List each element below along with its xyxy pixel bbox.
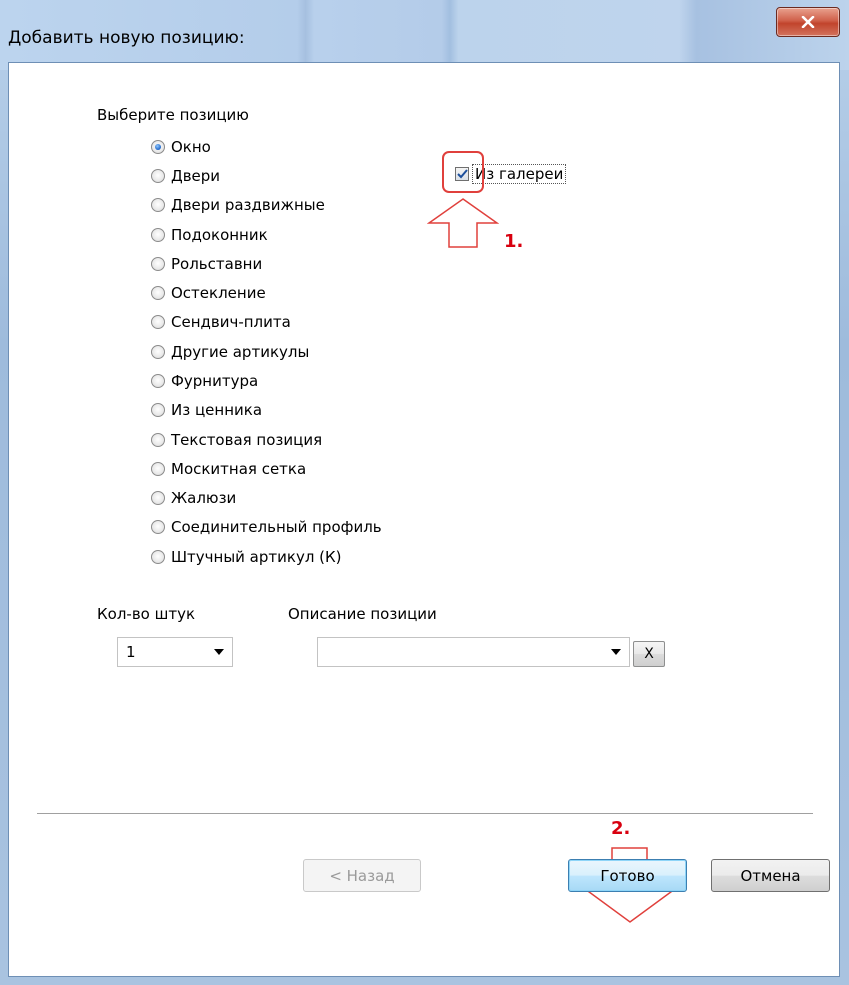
radio-option-tekstovaya-pozitsiya[interactable]: Текстовая позиция — [151, 428, 322, 452]
radio-button[interactable] — [151, 315, 165, 329]
radio-label: Двери раздвижные — [171, 196, 325, 214]
divider — [37, 813, 813, 815]
annotation-step-1: 1. — [504, 231, 524, 252]
radio-button[interactable] — [151, 286, 165, 300]
radio-label: Текстовая позиция — [171, 431, 323, 449]
radio-button[interactable] — [151, 169, 165, 183]
radio-option-sendvich-plita[interactable]: Сендвич-плита — [151, 310, 291, 334]
radio-label: Москитная сетка — [171, 460, 307, 478]
radio-option-okno[interactable]: Окно — [151, 135, 211, 159]
radio-option-zhalyuzi[interactable]: Жалюзи — [151, 486, 236, 510]
radio-label: Штучный артикул (К) — [171, 548, 342, 566]
radio-label: Жалюзи — [171, 489, 237, 507]
title-bar: Добавить новую позицию: — [0, 0, 849, 70]
radio-button[interactable] — [151, 462, 165, 476]
radio-option-dveri-razdvizhnye[interactable]: Двери раздвижные — [151, 193, 325, 217]
select-position-label: Выберите позицию — [97, 106, 249, 124]
radio-button[interactable] — [151, 403, 165, 417]
cancel-button[interactable]: Отмена — [711, 859, 830, 892]
radio-button[interactable] — [151, 198, 165, 212]
radio-label: Сендвич-плита — [171, 313, 291, 331]
radio-option-dveri[interactable]: Двери — [151, 164, 220, 188]
radio-label: Фурнитура — [171, 372, 259, 390]
radio-option-drugie-artikuly[interactable]: Другие артикулы — [151, 340, 309, 364]
radio-label: Из ценника — [171, 401, 263, 419]
radio-button[interactable] — [151, 520, 165, 534]
radio-button[interactable] — [151, 433, 165, 447]
radio-button[interactable] — [151, 491, 165, 505]
clear-description-button[interactable]: X — [633, 641, 665, 667]
chevron-down-icon — [214, 649, 224, 655]
radio-label: Другие артикулы — [171, 343, 310, 361]
radio-option-rolstavni[interactable]: Рольставни — [151, 252, 262, 276]
window-title: Добавить новую позицию: — [8, 28, 245, 48]
radio-option-furnitura[interactable]: Фурнитура — [151, 369, 258, 393]
annotation-step-2: 2. — [611, 818, 631, 839]
radio-option-soedinitelny-profil[interactable]: Соединительный профиль — [151, 515, 382, 539]
radio-option-moskitnaya-setka[interactable]: Москитная сетка — [151, 457, 306, 481]
arrow-up-icon — [427, 198, 499, 248]
radio-label: Окно — [171, 138, 211, 156]
radio-label: Двери — [171, 167, 221, 185]
radio-option-shtuchny-artikul[interactable]: Штучный артикул (К) — [151, 545, 342, 569]
done-button[interactable]: Готово — [568, 859, 687, 892]
close-button[interactable] — [776, 7, 840, 37]
radio-label: Остекление — [171, 284, 266, 302]
annotation-highlight-box — [442, 151, 484, 193]
dialog-content: Выберите позицию Окно Двери Двери раздви… — [8, 62, 840, 977]
radio-label: Соединительный профиль — [171, 518, 382, 536]
dialog-window: Добавить новую позицию: Выберите позицию… — [0, 0, 849, 985]
radio-button[interactable] — [151, 228, 165, 242]
quantity-dropdown[interactable]: 1 — [117, 637, 233, 667]
radio-button[interactable] — [151, 257, 165, 271]
radio-label: Рольставни — [171, 255, 263, 273]
close-icon — [801, 16, 815, 28]
quantity-label: Кол-во штук — [97, 605, 196, 623]
back-button[interactable]: < Назад — [303, 859, 421, 892]
radio-option-podokonnik[interactable]: Подоконник — [151, 223, 268, 247]
description-label: Описание позиции — [288, 605, 437, 623]
description-dropdown[interactable] — [317, 637, 630, 667]
radio-option-osteklenie[interactable]: Остекление — [151, 281, 266, 305]
radio-label: Подоконник — [171, 226, 268, 244]
radio-option-iz-tsennika[interactable]: Из ценника — [151, 398, 262, 422]
checkbox-label: Из галереи — [472, 164, 567, 184]
radio-button[interactable] — [151, 374, 165, 388]
chevron-down-icon — [611, 649, 621, 655]
quantity-value: 1 — [126, 643, 136, 661]
radio-button[interactable] — [151, 345, 165, 359]
radio-button[interactable] — [151, 550, 165, 564]
radio-button[interactable] — [151, 140, 165, 154]
